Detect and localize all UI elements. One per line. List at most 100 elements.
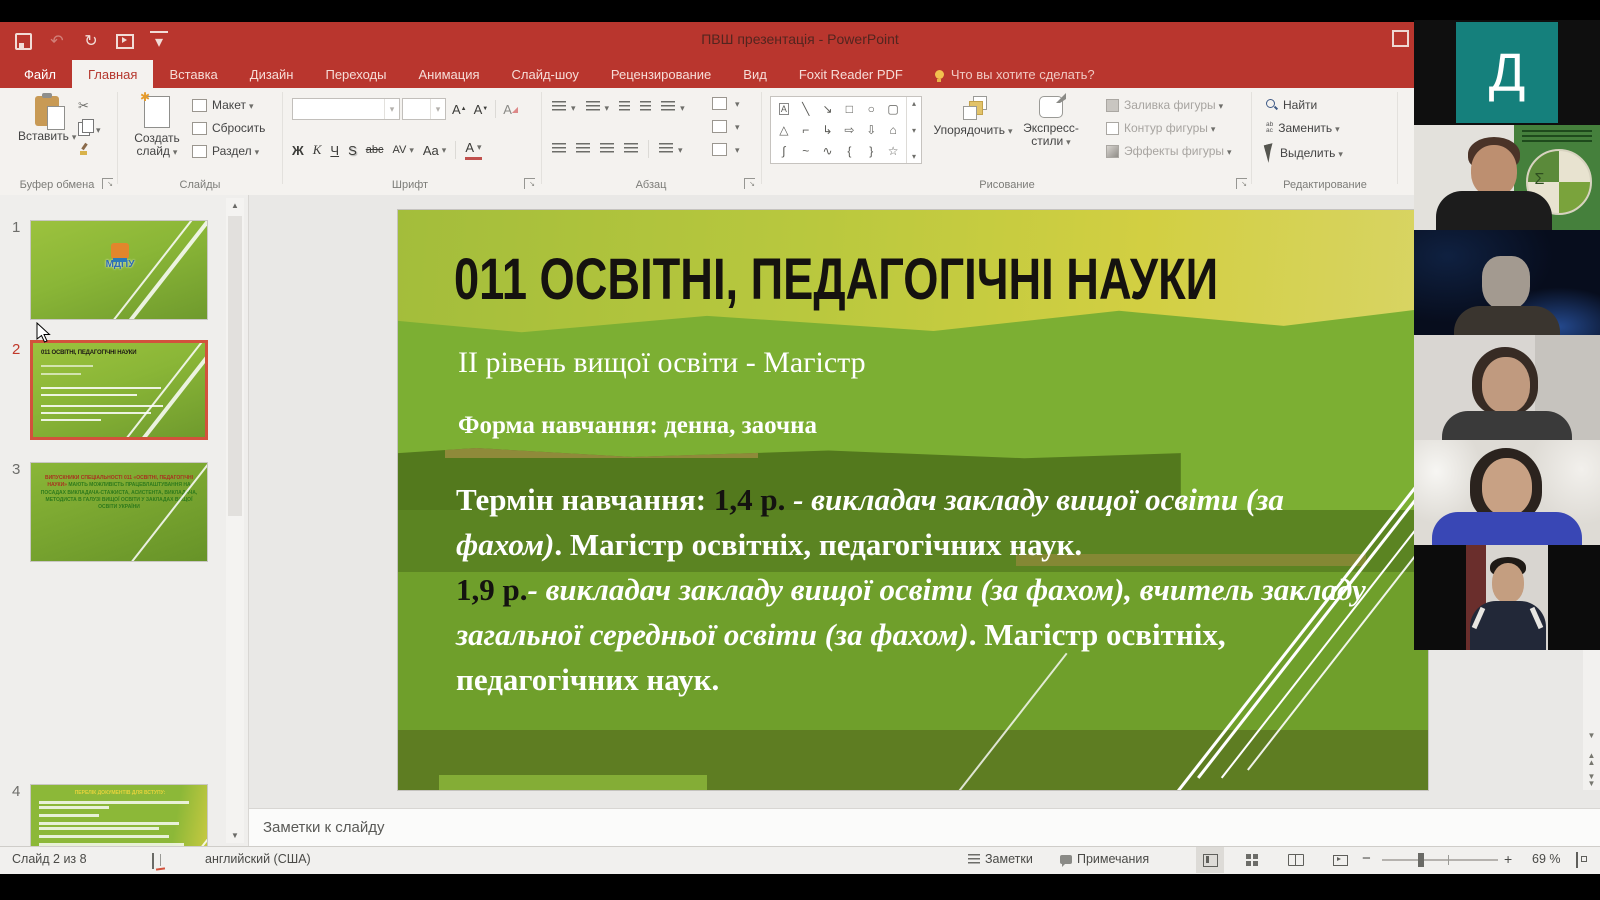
shape-textbox[interactable]: A	[779, 103, 789, 115]
chevron-down-icon[interactable]: ▾	[430, 99, 445, 119]
slideshow-view-button[interactable]	[1326, 847, 1354, 873]
shape-line[interactable]: ╲	[802, 100, 809, 118]
tab-animations[interactable]: Анимация	[402, 60, 495, 88]
increase-indent-button[interactable]	[640, 101, 651, 113]
align-center-button[interactable]	[576, 143, 590, 155]
zoom-level[interactable]: 69 %	[1532, 852, 1561, 866]
scroll-down-icon[interactable]: ▼	[226, 828, 244, 843]
slide-thumbnail-1[interactable]: МДПУ	[30, 220, 208, 320]
numbering-button[interactable]	[586, 101, 600, 113]
scroll-down-icon[interactable]: ▼	[1583, 728, 1600, 745]
shape-oval[interactable]: ○	[868, 100, 875, 118]
cut-button[interactable]: ✂	[78, 98, 101, 114]
drawing-dialog-launcher[interactable]: ↘	[1236, 178, 1247, 189]
tab-view[interactable]: Вид	[727, 60, 783, 88]
notes-toggle-button[interactable]: Заметки	[968, 852, 1033, 866]
participant-video-4[interactable]	[1414, 335, 1600, 440]
justify-button[interactable]	[624, 143, 638, 155]
scroll-up-icon[interactable]: ▲	[226, 198, 244, 213]
shape-elbow-arrow-connector[interactable]: ↳	[823, 121, 833, 139]
slide-canvas[interactable]: 011 ОСВІТНІ, ПЕДАГОГІЧНІ НАУКИ ІІ рівень…	[398, 210, 1428, 790]
shape-outline-button[interactable]: Контур фигуры	[1106, 121, 1215, 135]
paste-button[interactable]: Вставить	[18, 96, 76, 144]
tab-design[interactable]: Дизайн	[234, 60, 310, 88]
slide-thumbnail-2-selected[interactable]: 011 ОСВІТНІ, ПЕДАГОГІЧНІ НАУКИ	[30, 340, 208, 440]
shape-right-brace[interactable]: }	[869, 142, 873, 160]
convert-smartart-button[interactable]	[712, 142, 740, 156]
scrollbar-thumb[interactable]	[228, 216, 242, 516]
reset-button[interactable]: Сбросить	[192, 121, 265, 135]
comments-toggle-button[interactable]: Примечания	[1060, 852, 1149, 866]
slide-paragraph-1[interactable]: Термін навчання: 1,4 р. - викладач закла…	[456, 478, 1391, 568]
slide-paragraph-2[interactable]: 1,9 р.- викладач закладу вищої освіти (з…	[456, 568, 1401, 703]
zoom-slider-track[interactable]	[1382, 859, 1498, 861]
clipboard-dialog-launcher[interactable]: ↘	[102, 178, 113, 189]
text-shadow-button[interactable]: S	[348, 143, 357, 158]
tab-insert[interactable]: Вставка	[153, 60, 233, 88]
tab-foxit-reader-pdf[interactable]: Foxit Reader PDF	[783, 60, 919, 88]
font-color-button[interactable]: A	[465, 140, 481, 160]
participant-video-6[interactable]	[1414, 545, 1600, 650]
tab-home[interactable]: Главная	[72, 60, 153, 88]
align-right-button[interactable]	[600, 143, 614, 155]
quick-styles-button[interactable]: Экспресс-стили	[1016, 96, 1086, 149]
shape-right-arrow[interactable]: ⇨	[844, 121, 854, 139]
font-name-combobox[interactable]: ▾	[292, 98, 400, 120]
thumbnail-scrollbar[interactable]: ▲ ▼	[226, 198, 244, 843]
fit-to-window-button[interactable]	[1576, 853, 1578, 867]
slide-thumbnail-3[interactable]: ВИПУСКНИКИ СПЕЦІАЛЬНОСТІ 011 «ОСВІТНІ, П…	[30, 462, 208, 562]
shape-freeform[interactable]: ⌂	[889, 121, 896, 139]
next-slide-icon[interactable]: ▼▼	[1583, 771, 1600, 792]
shape-effects-button[interactable]: Эффекты фигуры	[1106, 144, 1232, 158]
shape-rounded-rectangle[interactable]: ▢	[887, 100, 898, 118]
tab-review[interactable]: Рецензирование	[595, 60, 727, 88]
columns-button[interactable]	[659, 143, 673, 155]
section-button[interactable]: Раздел	[192, 144, 259, 158]
zoom-slider-handle[interactable]	[1418, 853, 1424, 867]
normal-view-button[interactable]	[1196, 847, 1224, 873]
slide-title[interactable]: 011 ОСВІТНІ, ПЕДАГОГІЧНІ НАУКИ	[454, 246, 1218, 313]
paragraph-dialog-launcher[interactable]: ↘	[744, 178, 755, 189]
shape-arrow[interactable]: ↘	[823, 100, 833, 118]
slide-thumbnail-4[interactable]: ПЕРЕЛІК ДОКУМЕНТІВ ДЛЯ ВСТУПУ:	[30, 784, 208, 846]
shape-elbow-connector[interactable]: ⌐	[802, 121, 809, 139]
clear-formatting-button[interactable]: A◢	[503, 102, 518, 117]
tab-transitions[interactable]: Переходы	[309, 60, 402, 88]
shape-triangle[interactable]: △	[779, 121, 788, 139]
spellcheck-icon[interactable]	[152, 854, 154, 868]
font-size-combobox[interactable]: ▾	[402, 98, 446, 120]
shapes-scroll-down-icon[interactable]: ▾	[912, 126, 916, 135]
shape-curve[interactable]: ∿	[823, 142, 833, 160]
shape-star[interactable]: ☆	[888, 142, 899, 160]
ribbon-display-options-icon[interactable]	[1392, 30, 1409, 47]
arrange-button[interactable]: Упорядочить	[934, 96, 1012, 138]
participant-video-3[interactable]	[1414, 230, 1600, 335]
zoom-in-button[interactable]: +	[1504, 851, 1512, 867]
zoom-out-button[interactable]: −	[1362, 850, 1371, 867]
copy-button[interactable]	[78, 121, 101, 136]
slide-sorter-view-button[interactable]	[1238, 847, 1266, 873]
shape-left-brace[interactable]: {	[847, 142, 851, 160]
tab-file[interactable]: Файл	[8, 60, 72, 88]
tell-me-box[interactable]: Что вы хотите сделать?	[935, 60, 1095, 88]
character-spacing-button[interactable]: AV	[392, 144, 413, 156]
shapes-more-icon[interactable]: ▾	[912, 152, 916, 161]
shape-rectangle[interactable]: □	[846, 100, 853, 118]
bold-button[interactable]: Ж	[292, 143, 304, 158]
new-slide-button[interactable]: ✱ Создать слайд	[128, 96, 186, 159]
change-case-button[interactable]: Aa	[423, 143, 446, 158]
layout-button[interactable]: Макет	[192, 98, 254, 112]
participant-video-5[interactable]	[1414, 440, 1600, 545]
shape-down-arrow[interactable]: ⇩	[866, 121, 876, 139]
text-direction-button[interactable]	[712, 96, 740, 110]
replace-button[interactable]: abacЗаменить	[1266, 121, 1340, 135]
notes-pane[interactable]: Заметки к слайду	[249, 808, 1600, 847]
grow-font-button[interactable]: A▲	[452, 102, 467, 117]
chevron-down-icon[interactable]: ▾	[384, 99, 399, 119]
align-text-button[interactable]	[712, 119, 740, 133]
shape-fill-button[interactable]: Заливка фигуры	[1106, 98, 1223, 112]
format-painter-button[interactable]	[78, 143, 101, 155]
slide-subtitle[interactable]: ІІ рівень вищої освіти - Магістр	[458, 346, 866, 380]
bullets-button[interactable]	[552, 101, 566, 113]
italic-button[interactable]: К	[313, 142, 322, 158]
